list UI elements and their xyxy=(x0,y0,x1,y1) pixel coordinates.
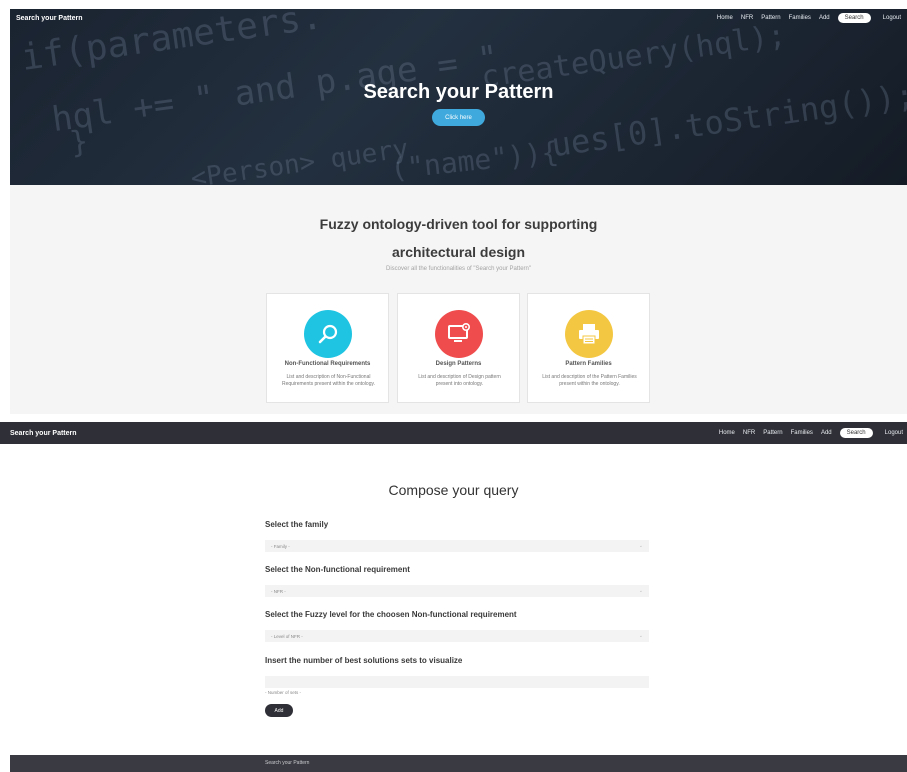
nav-search-button[interactable]: Search xyxy=(837,13,871,23)
nav-links: Home NFR Pattern Families Add Search Log… xyxy=(717,13,901,23)
printer-icon xyxy=(565,310,613,358)
page-title: Compose your query xyxy=(388,482,519,498)
features-title-line2: architectural design xyxy=(391,244,526,260)
nav-nfr[interactable]: NFR xyxy=(743,430,755,436)
add-button[interactable]: Add xyxy=(265,704,293,717)
card-description: List and description of the Pattern Fami… xyxy=(542,374,637,387)
query-navbar: Search your Pattern Home NFR Pattern Fam… xyxy=(0,422,907,444)
card-pattern-families[interactable]: Pattern Families List and description of… xyxy=(527,293,650,403)
nav-home[interactable]: Home xyxy=(717,15,733,21)
sets-label: Insert the number of best solutions sets… xyxy=(265,656,463,665)
card-title: Pattern Families xyxy=(565,361,612,367)
features-subtitle: Discover all the functionalities of "Sea… xyxy=(386,266,531,272)
card-description: List and description of Design pattern p… xyxy=(418,374,501,387)
code-background-text: ("name")){ xyxy=(388,135,560,185)
top-navbar: Search your Pattern Home NFR Pattern Fam… xyxy=(10,9,907,27)
level-label: Select the Fuzzy level for the choosen N… xyxy=(265,610,517,619)
nav-home[interactable]: Home xyxy=(719,430,735,436)
click-here-button[interactable]: Click here xyxy=(432,109,485,126)
sets-hint: - Number of sets - xyxy=(265,690,302,695)
nav-families[interactable]: Families xyxy=(789,15,811,21)
nav-add[interactable]: Add xyxy=(821,430,832,436)
nav-logout[interactable]: Logout xyxy=(883,15,901,21)
nav-families[interactable]: Families xyxy=(791,430,813,436)
chevron-down-icon: ⌄ xyxy=(638,633,643,639)
code-background-text: <Person> query xyxy=(188,133,411,185)
nav-add[interactable]: Add xyxy=(819,15,830,21)
family-select-value: - Family - xyxy=(271,543,290,549)
sets-input[interactable] xyxy=(265,676,649,688)
monitor-gear-icon xyxy=(435,310,483,358)
card-title: Design Patterns xyxy=(435,361,482,367)
level-select[interactable]: - Level of NFR - ⌄ xyxy=(265,630,649,642)
features-title-line1: Fuzzy ontology-driven tool for supportin… xyxy=(319,216,598,232)
brand-link[interactable]: Search your Pattern xyxy=(16,15,83,22)
hero-banner: if(parameters. hql += " and p.age = " } … xyxy=(10,9,907,185)
brand-link[interactable]: Search your Pattern xyxy=(10,430,77,437)
nav-search-button[interactable]: Search xyxy=(839,428,873,438)
card-title: Non-Functional Requirements xyxy=(284,361,371,367)
nfr-select-value: - NFR - xyxy=(271,588,286,594)
features-section: Fuzzy ontology-driven tool for supportin… xyxy=(10,185,907,414)
nav-nfr[interactable]: NFR xyxy=(741,15,753,21)
family-label: Select the family xyxy=(265,520,329,529)
hero-title: Search your Pattern xyxy=(363,81,554,103)
footer-text: Search your Pattern xyxy=(265,760,310,766)
nav-pattern[interactable]: Pattern xyxy=(763,430,782,436)
nav-pattern[interactable]: Pattern xyxy=(761,15,780,21)
nav-logout[interactable]: Logout xyxy=(885,430,903,436)
level-select-value: - Level of NFR - xyxy=(271,633,303,639)
nav-links: Home NFR Pattern Families Add Search Log… xyxy=(719,428,903,438)
card-description: List and description of Non-Functional R… xyxy=(281,374,375,387)
nfr-label: Select the Non-functional requirement xyxy=(265,565,410,574)
chevron-down-icon: ⌄ xyxy=(638,543,643,549)
nfr-select[interactable]: - NFR - ⌄ xyxy=(265,585,649,597)
search-icon xyxy=(304,310,352,358)
card-design-patterns[interactable]: Design Patterns List and description of … xyxy=(397,293,520,403)
footer: Search your Pattern xyxy=(10,755,907,772)
family-select[interactable]: - Family - ⌄ xyxy=(265,540,649,552)
card-nfr[interactable]: Non-Functional Requirements List and des… xyxy=(266,293,389,403)
chevron-down-icon: ⌄ xyxy=(638,588,643,594)
